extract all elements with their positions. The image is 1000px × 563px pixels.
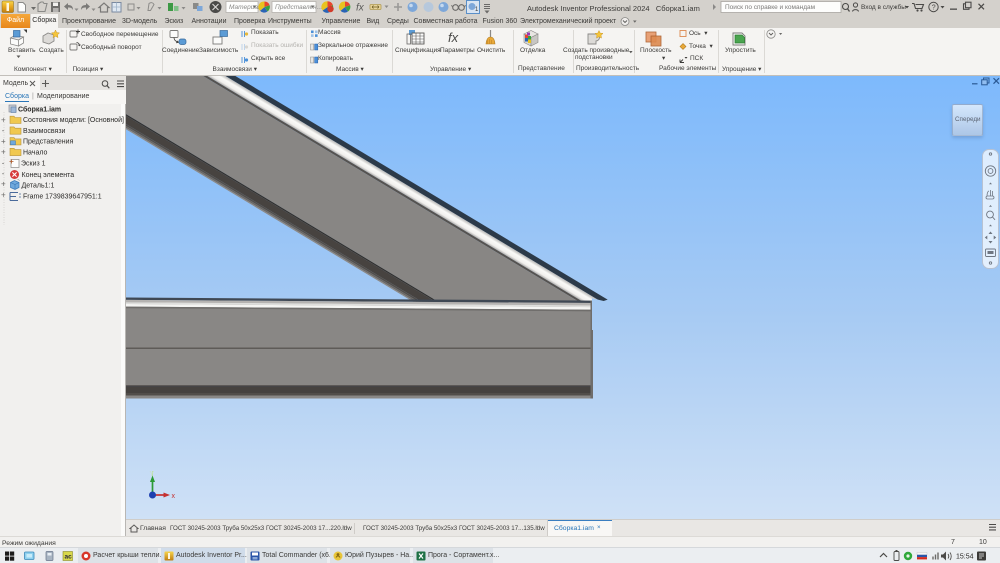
svg-text:+: +: [1, 116, 6, 125]
svg-text:x: x: [172, 493, 176, 500]
svg-text:+: +: [1, 148, 6, 157]
svg-text:fx: fx: [448, 30, 459, 45]
svg-text:Вход в службы: Вход в службы: [861, 3, 906, 11]
svg-text:Состояния модели: [Основной]: Состояния модели: [Основной]: [23, 116, 124, 124]
svg-text:Деталь1:1: Деталь1:1: [22, 183, 55, 190]
svg-text:+: +: [1, 137, 6, 146]
svg-text:ac: ac: [65, 554, 73, 561]
svg-text:-: -: [2, 126, 5, 135]
svg-text:-: -: [2, 169, 5, 178]
svg-text:Конец элемента: Конец элемента: [22, 172, 75, 179]
svg-text:+: +: [1, 190, 6, 199]
svg-text:fx: fx: [356, 3, 365, 14]
svg-text:Начало: Начало: [23, 149, 47, 156]
svg-text:Представлен...: Представлен...: [275, 3, 322, 11]
svg-text:Поиск по справке и командам: Поиск по справке и командам: [725, 4, 816, 11]
svg-text:Frame 1739839647951:1: Frame 1739839647951:1: [23, 193, 102, 200]
svg-text:Эскиз 1: Эскиз 1: [21, 161, 46, 168]
svg-text:15:54: 15:54: [956, 554, 974, 561]
svg-text:Представления: Представления: [23, 139, 74, 146]
svg-text:?: ?: [932, 5, 936, 12]
svg-text:+: +: [1, 180, 6, 189]
svg-text:Материал: Материал: [229, 4, 262, 11]
svg-text:-: -: [2, 158, 5, 167]
svg-text:Сборка1.iam: Сборка1.iam: [18, 106, 61, 114]
svg-text:Взаимосвязи: Взаимосвязи: [23, 128, 66, 135]
